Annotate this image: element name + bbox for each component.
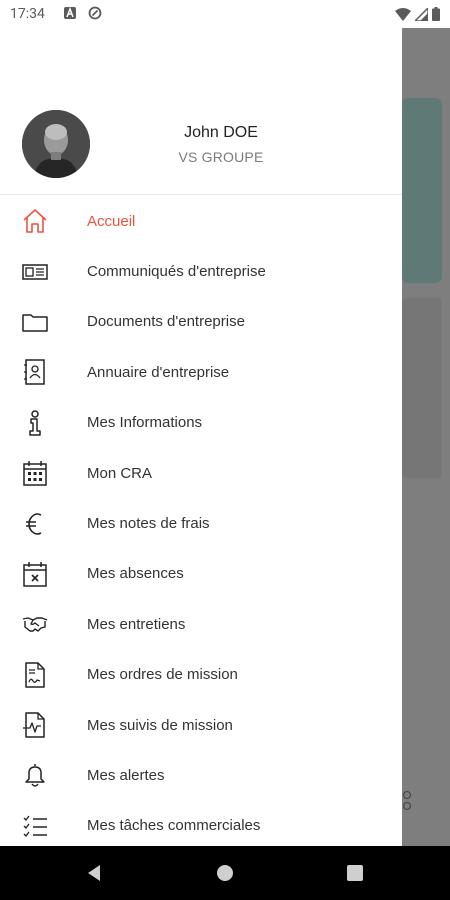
menu-item-label: Documents d'entreprise [87,313,245,331]
menu-item-notes-de-frais[interactable]: Mes notes de frais [0,498,402,548]
menu-item-label: Mes notes de frais [87,515,210,533]
menu-item-label: Mes alertes [87,766,165,784]
user-name: John DOE [184,124,258,141]
system-nav-bar [0,846,450,900]
divider [0,194,402,195]
background-icons [402,790,412,811]
menu-item-label: Mes ordres de mission [87,666,238,684]
background-card [402,298,442,478]
menu-item-label: Annuaire d'entreprise [87,363,230,381]
menu-item-cra[interactable]: Mon CRA [0,448,402,498]
newspaper-icon [20,257,50,287]
menu-item-informations[interactable]: Mes Informations [0,398,402,448]
menu-item-communiques[interactable]: Communiqués d'entreprise [0,246,402,296]
status-time: 17:34 [10,6,45,22]
back-icon[interactable] [84,862,106,884]
menu-item-entretiens[interactable]: Mes entretiens [0,599,402,649]
status-bar: 17:34 [0,0,450,28]
background-fragment [402,790,422,840]
menu-item-label: Mes absences [87,565,184,583]
background-card [402,98,442,283]
menu-item-label: Mes entretiens [87,615,186,633]
signal-icon [415,7,428,21]
calendar-icon [20,458,50,488]
menu-item-alertes[interactable]: Mes alertes [0,750,402,800]
avatar-photo [22,110,90,178]
wifi-icon [395,7,411,21]
folder-icon [20,307,50,337]
avatar[interactable] [22,110,90,178]
notification-a-icon [64,6,76,19]
sync-icon [88,6,102,20]
calendar-x-icon [20,559,50,589]
home-icon [20,206,50,236]
recents-icon[interactable] [344,862,366,884]
menu-item-suivis-de-mission[interactable]: Mes suivis de mission [0,700,402,750]
drawer-menu: Accueil Communiqués d'entreprise Documen… [0,196,402,846]
menu-item-taches-commerciales[interactable]: Mes tâches commerciales [0,801,402,846]
status-right-icons [395,7,440,21]
user-company: VS GROUPE [178,149,264,165]
menu-item-label: Accueil [87,212,136,230]
navigation-drawer: John DOE VS GROUPE Accueil Communiqués d… [0,28,402,846]
menu-item-label: Communiqués d'entreprise [87,263,266,281]
euro-icon [20,509,50,539]
bell-icon [20,760,50,790]
document-chart-icon [20,710,50,740]
menu-item-documents[interactable]: Documents d'entreprise [0,297,402,347]
contacts-book-icon [20,357,50,387]
menu-item-label: Mes Informations [87,414,203,432]
document-signature-icon [20,660,50,690]
home-circle-icon[interactable] [214,862,236,884]
menu-item-label: Mon CRA [87,464,153,482]
handshake-icon [20,609,50,639]
menu-item-label: Mes suivis de mission [87,716,233,734]
battery-icon [432,7,440,21]
menu-item-label: Mes tâches commerciales [87,817,261,835]
menu-item-annuaire[interactable]: Annuaire d'entreprise [0,347,402,397]
profile-header: John DOE VS GROUPE [0,28,402,194]
menu-item-accueil[interactable]: Accueil [0,196,402,246]
info-icon [20,408,50,438]
menu-item-ordres-de-mission[interactable]: Mes ordres de mission [0,650,402,700]
checklist-icon [20,811,50,841]
menu-item-absences[interactable]: Mes absences [0,549,402,599]
